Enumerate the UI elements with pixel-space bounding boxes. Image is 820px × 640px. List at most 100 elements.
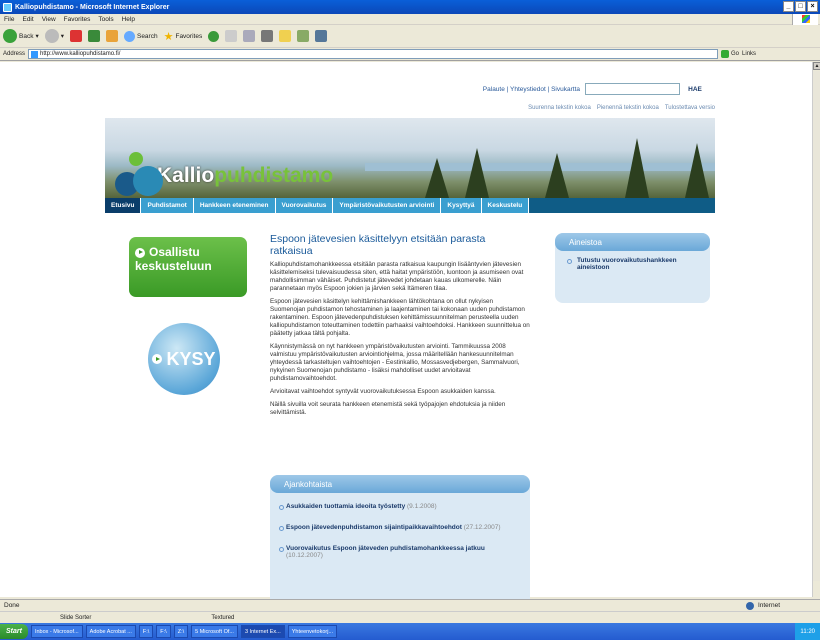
scroll-thumb[interactable]: [813, 71, 820, 581]
address-bar: Address http://www.kalliopuhdistamo.fi/ …: [0, 48, 820, 61]
menu-bar: File Edit View Favorites Tools Help: [0, 14, 820, 25]
osallistu-label-2: keskusteluun: [135, 259, 212, 273]
utility-links[interactable]: Palaute | Yhteystiedot | Sivukartta: [445, 86, 585, 93]
nav-hankkeen-eteneminen[interactable]: Hankkeen eteneminen: [193, 198, 276, 213]
vertical-scrollbar[interactable]: ▲: [812, 62, 820, 597]
search-label: Search: [136, 32, 158, 40]
nav-vuorovaikutus[interactable]: Vuorovaikutus: [275, 198, 334, 213]
taskbar: Start Inbox - Microsof... Adobe Acrobat …: [0, 623, 820, 640]
refresh-icon[interactable]: [87, 30, 100, 42]
windows-logo-icon: [792, 14, 818, 25]
back-label: Back: [19, 32, 34, 40]
article-paragraph: Käynnistymässä on nyt hankkeen ympäristö…: [270, 343, 520, 382]
stop-icon[interactable]: [69, 30, 82, 42]
search-button[interactable]: Search: [123, 30, 158, 42]
folder-icon[interactable]: [279, 30, 292, 42]
play-icon: [152, 354, 163, 364]
slide-sorter-label: Slide Sorter: [60, 614, 92, 621]
print-version-link[interactable]: Tulostettava versio: [665, 105, 715, 111]
menu-edit[interactable]: Edit: [22, 16, 33, 23]
text-tools: Suurenna tekstin kokoa Pienennä tekstin …: [528, 105, 715, 111]
taskbar-item[interactable]: Adobe Acrobat ...: [85, 625, 136, 638]
utility-bar: Palaute | Yhteystiedot | Sivukartta HAE: [445, 82, 715, 96]
osallistu-button[interactable]: Osallistu keskusteluun: [129, 237, 247, 297]
logo-text-puhdistamo: puhdistamo: [214, 164, 334, 187]
news-item[interactable]: Vuorovaikutus Espoon jäteveden puhdistam…: [270, 541, 530, 563]
title-bar: Kalliopuhdistamo - Microsoft Internet Ex…: [0, 0, 820, 14]
taskbar-item[interactable]: F:\: [156, 625, 171, 638]
back-button[interactable]: Back ▾: [3, 29, 39, 43]
close-button[interactable]: ×: [807, 1, 818, 12]
links-button[interactable]: Links: [742, 51, 756, 57]
materials-box-title: Aineistoa: [555, 233, 710, 251]
news-item[interactable]: Asukkaiden tuottamia ideoita työstetty (…: [270, 499, 530, 514]
go-button[interactable]: Go: [721, 50, 739, 58]
article-paragraph: Espoon jätevesien käsittelyn kehittämish…: [270, 298, 530, 337]
nav-etusivu[interactable]: Etusivu: [105, 198, 142, 213]
window-title: Kalliopuhdistamo - Microsoft Internet Ex…: [15, 3, 170, 11]
materials-box: Aineistoa Tutustu vuorovaikutushankkeen …: [555, 233, 710, 303]
article-paragraph: Näillä sivuilla voit seurata hankkeen et…: [270, 401, 506, 416]
ie-icon: [3, 2, 12, 12]
address-input[interactable]: http://www.kalliopuhdistamo.fi/: [28, 49, 719, 59]
scroll-up-icon[interactable]: ▲: [813, 62, 820, 70]
kysy-label: KYSY: [166, 348, 216, 369]
home-icon[interactable]: [105, 30, 118, 42]
nav-puhdistamot[interactable]: Puhdistamot: [141, 198, 194, 213]
osallistu-label-1: Osallistu: [149, 245, 200, 259]
menu-file[interactable]: File: [4, 16, 14, 23]
favorites-label: Favorites: [175, 32, 203, 40]
menu-help[interactable]: Help: [122, 16, 135, 23]
nav-keskustelu[interactable]: Keskustelu: [481, 198, 530, 213]
news-item[interactable]: Espoon jätevedenpuhdistamon sijaintipaik…: [270, 520, 530, 535]
logo-text-kallio: Kallio: [157, 164, 215, 187]
taskbar-item[interactable]: F:\: [138, 625, 154, 638]
messenger-icon[interactable]: [297, 30, 310, 42]
mail-icon[interactable]: [225, 30, 238, 42]
taskbar-item[interactable]: 3 Internet Ex...: [240, 625, 285, 638]
taskbar-item[interactable]: Yhteenvetokorj...: [287, 625, 338, 638]
text-smaller-link[interactable]: Pienennä tekstin kokoa: [597, 105, 659, 111]
nav-kysyttya[interactable]: Kysyttyä: [441, 198, 482, 213]
play-icon: [135, 247, 145, 258]
taskbar-item[interactable]: 5 Microsoft Of...: [191, 625, 238, 638]
main-article: Espoon jätevesien käsittelyyn etsitään p…: [270, 233, 530, 422]
minimize-button[interactable]: _: [783, 1, 794, 12]
search-submit-button[interactable]: HAE: [680, 86, 710, 93]
article-paragraph: Kalliopuhdistamohankkeessa etsitään para…: [270, 261, 524, 292]
start-button[interactable]: Start: [0, 624, 28, 639]
star-icon: ★: [163, 30, 174, 43]
site-logo[interactable]: Kalliopuhdistamo: [115, 152, 333, 200]
back-arrow-icon: [3, 29, 17, 43]
status-bar: Done Internet: [0, 599, 820, 611]
menu-view[interactable]: View: [42, 16, 56, 23]
content-area: Osallistu keskusteluun KYSY Espoon jätev…: [105, 213, 715, 620]
start-label: Start: [6, 628, 22, 635]
tools-icon[interactable]: [315, 30, 328, 42]
nav-yva[interactable]: Ympäristövaikutusten arviointi: [333, 198, 442, 213]
logo-dots-icon: [115, 152, 163, 200]
menu-tools[interactable]: Tools: [98, 16, 113, 23]
browser-window: Kalliopuhdistamo - Microsoft Internet Ex…: [0, 0, 820, 640]
text-larger-link[interactable]: Suurenna tekstin kokoa: [528, 105, 591, 111]
web-page: Palaute | Yhteystiedot | Sivukartta HAE …: [105, 82, 715, 620]
print-icon[interactable]: [243, 30, 256, 42]
favorites-button[interactable]: ★ Favorites: [164, 30, 203, 43]
status-text: Done: [4, 602, 20, 609]
site-search-input[interactable]: [585, 83, 680, 95]
page-viewport: Palaute | Yhteystiedot | Sivukartta HAE …: [0, 62, 812, 620]
menu-favorites[interactable]: Favorites: [64, 16, 91, 23]
kysy-button[interactable]: KYSY: [148, 323, 220, 395]
page-icon: [31, 50, 39, 58]
forward-arrow-icon: [44, 29, 59, 43]
materials-link[interactable]: Tutustu vuorovaikutushankkeen aineistoon: [555, 251, 710, 271]
history-icon[interactable]: [208, 30, 220, 42]
maximize-button[interactable]: □: [795, 1, 806, 12]
zone-label: Internet: [757, 602, 780, 609]
taskbar-item[interactable]: Z:\: [173, 625, 189, 638]
taskbar-item[interactable]: Inbox - Microsof...: [30, 625, 83, 638]
go-arrow-icon: [721, 50, 730, 58]
forward-button[interactable]: ▾: [44, 29, 64, 43]
edit-icon[interactable]: [261, 30, 274, 42]
news-box-title: Ajankohtaista: [270, 475, 530, 493]
